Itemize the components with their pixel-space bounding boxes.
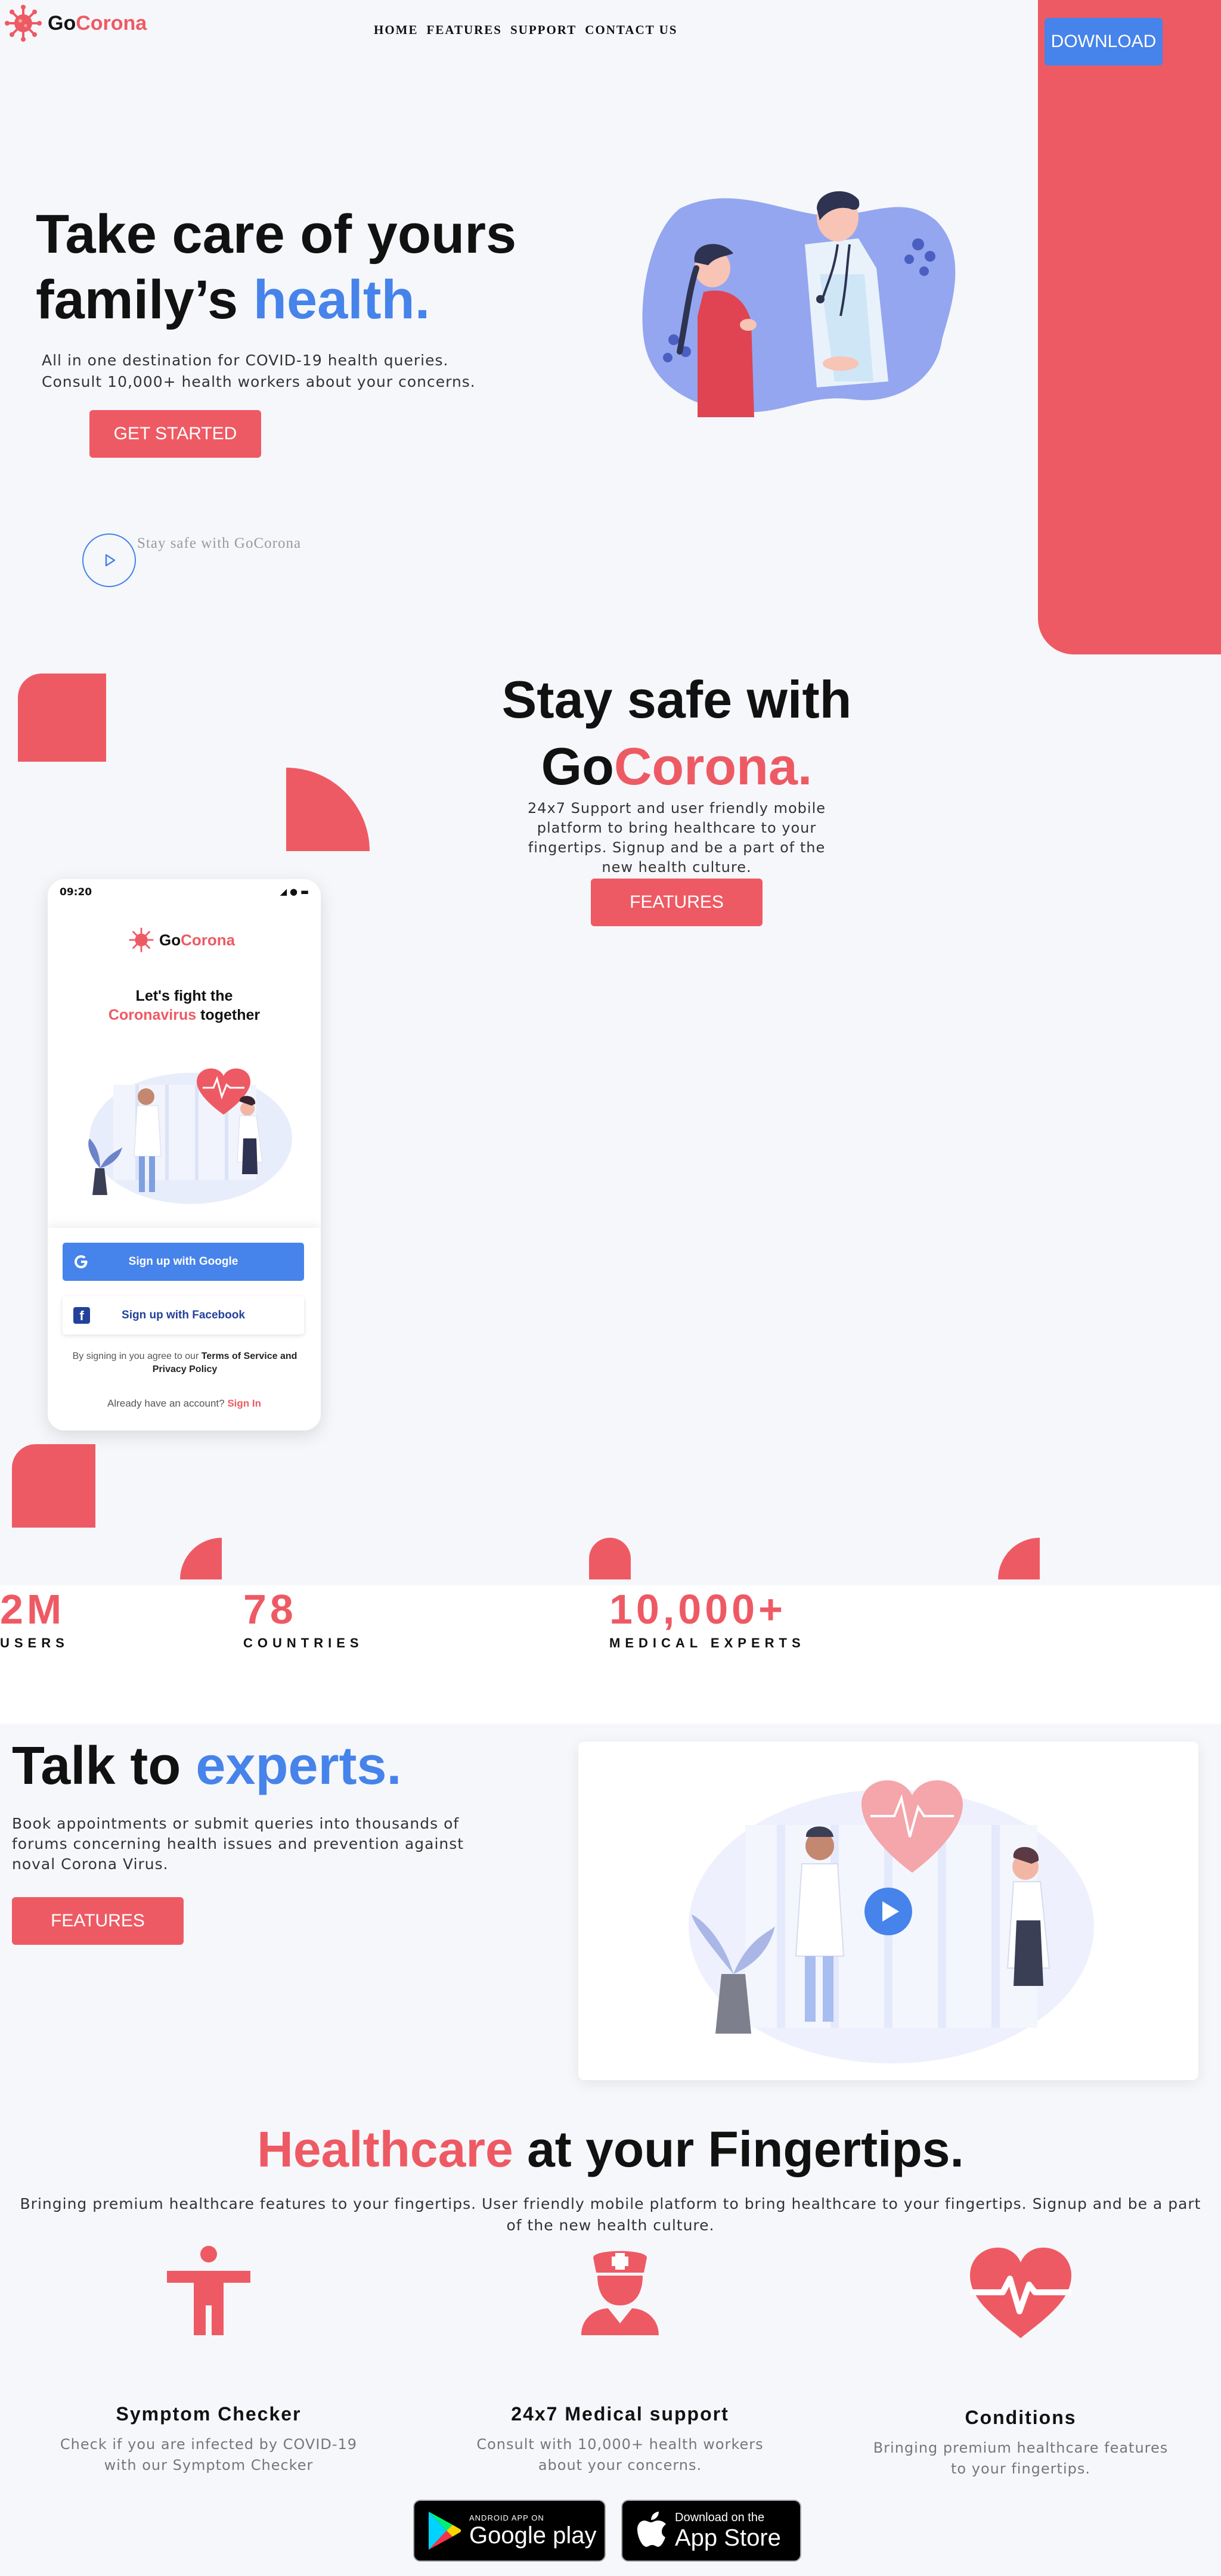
virus-logo-icon bbox=[5, 5, 42, 42]
phone-status-time: 09:20 bbox=[60, 886, 92, 898]
heartbeat-icon bbox=[970, 2248, 1071, 2338]
video-card[interactable] bbox=[578, 1742, 1198, 2080]
play-icon bbox=[105, 554, 116, 567]
virus-logo-icon bbox=[129, 927, 154, 952]
download-button[interactable]: DOWNLOAD bbox=[1045, 18, 1163, 66]
stat-label: COUNTRIES bbox=[243, 1635, 364, 1650]
decorative-shape bbox=[589, 1538, 631, 1579]
phone-brand-name: GoCorona bbox=[159, 930, 235, 949]
play-video-button[interactable] bbox=[82, 533, 136, 587]
brand-logo[interactable]: GoCorona bbox=[5, 5, 147, 42]
phone-heading: Let's fight the Coronavirus together bbox=[108, 988, 261, 1023]
signin-prompt: Already have an account? Sign In bbox=[107, 1398, 261, 1409]
google-icon bbox=[75, 1255, 88, 1268]
nurse-icon bbox=[581, 2251, 659, 2335]
terms-text: By signing in you agree to our Terms of … bbox=[72, 1351, 297, 1374]
talk-subtitle: Book appointments or submit queries into… bbox=[12, 1815, 464, 1873]
stat-value: 10,000+ bbox=[609, 1586, 786, 1632]
get-started-button[interactable]: GET STARTED bbox=[89, 410, 261, 458]
google-play-text: ANDROID APP ON Google play bbox=[469, 2513, 597, 2549]
section-subtitle: 24x7 Support and user friendly mobile pl… bbox=[528, 800, 826, 876]
section-title: Stay safe with GoCorona. bbox=[501, 670, 852, 796]
decorative-shape bbox=[998, 1538, 1040, 1579]
healthcare-title: Healthcare at your Fingertips. bbox=[257, 2121, 964, 2177]
signup-google-label: Sign up with Google bbox=[128, 1255, 238, 1268]
facebook-icon: f bbox=[73, 1307, 90, 1324]
feature-title: 24x7 Medical support bbox=[511, 2403, 729, 2425]
stat-medical-experts: 10,000+ MEDICAL EXPERTS bbox=[609, 1585, 805, 1651]
phone-brand-logo: GoCorona bbox=[128, 927, 235, 953]
google-play-icon bbox=[429, 2512, 461, 2550]
hero-subtitle: All in one destination for COVID-19 heal… bbox=[42, 352, 476, 390]
app-store-badge[interactable]: Download on the App Store bbox=[621, 2500, 801, 2562]
decorative-shape bbox=[180, 1538, 222, 1579]
stat-label: USERS bbox=[0, 1635, 69, 1650]
signup-facebook-button[interactable]: f Sign up with Facebook bbox=[63, 1296, 304, 1334]
app-store-text: Download on the App Store bbox=[675, 2510, 781, 2551]
talk-title: Talk to experts. bbox=[12, 1736, 402, 1796]
decorative-shape bbox=[286, 768, 370, 851]
healthcare-subtitle: Bringing premium healthcare features to … bbox=[20, 2195, 1201, 2234]
decorative-shape bbox=[18, 674, 106, 762]
main-nav: HOME FEATURES SUPPORT CONTACT US bbox=[374, 23, 677, 38]
signup-google-button[interactable]: Sign up with Google bbox=[63, 1243, 304, 1281]
feature-title: Symptom Checker bbox=[116, 2403, 302, 2425]
video-caption: Stay safe with GoCorona bbox=[137, 535, 302, 551]
phone-mockup: 09:20 ◢ ● ▬ GoCorona Let's fight the Cor… bbox=[48, 879, 321, 1430]
stat-countries: 78 COUNTRIES bbox=[243, 1585, 364, 1651]
stat-users: 2M USERS bbox=[0, 1585, 69, 1651]
features-button-2[interactable]: FEATURES bbox=[12, 1897, 184, 1945]
apple-icon bbox=[637, 2512, 666, 2547]
signin-link[interactable]: Sign In bbox=[227, 1398, 261, 1409]
person-icon bbox=[167, 2246, 250, 2335]
doctor-illustration bbox=[642, 191, 956, 417]
stat-label: MEDICAL EXPERTS bbox=[609, 1635, 805, 1650]
nav-contact-us[interactable]: CONTACT US bbox=[585, 23, 677, 38]
nav-support[interactable]: SUPPORT bbox=[510, 23, 577, 38]
doctors-illustration bbox=[88, 1068, 292, 1204]
decorative-shape bbox=[12, 1444, 95, 1528]
brand-name: GoCorona bbox=[48, 11, 147, 35]
google-play-badge[interactable]: ANDROID APP ON Google play bbox=[413, 2500, 606, 2562]
hero-red-panel bbox=[1038, 0, 1221, 654]
hero-title: Take care of yours family’s health. bbox=[36, 204, 517, 330]
nav-features[interactable]: FEATURES bbox=[427, 23, 502, 38]
stat-value: 78 bbox=[243, 1586, 297, 1632]
feature-title: Conditions bbox=[965, 2407, 1077, 2428]
phone-status-icons: ◢ ● ▬ bbox=[280, 886, 309, 897]
doctors-video-illustration bbox=[689, 1780, 1094, 2063]
features-button[interactable]: FEATURES bbox=[591, 879, 763, 926]
feature-text: Bringing premium healthcare features to … bbox=[873, 2440, 1169, 2477]
nav-home[interactable]: HOME bbox=[374, 23, 419, 38]
feature-text: Consult with 10,000+ health workers abou… bbox=[476, 2436, 764, 2473]
signup-facebook-label: Sign up with Facebook bbox=[122, 1309, 245, 1321]
stat-value: 2M bbox=[0, 1586, 66, 1632]
feature-text: Check if you are infected by COVID-19 wi… bbox=[60, 2436, 358, 2473]
